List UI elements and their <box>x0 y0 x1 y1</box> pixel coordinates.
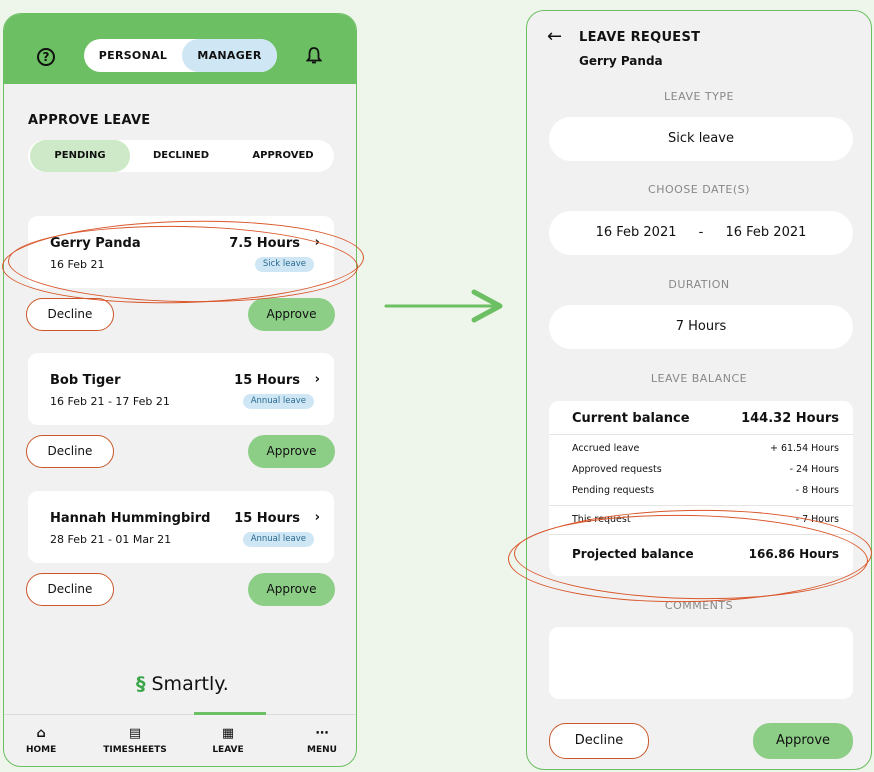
tab-approved[interactable]: APPROVED <box>233 140 333 172</box>
nav-leave[interactable]: ▦ LEAVE <box>208 726 248 755</box>
nav-timesheets[interactable]: ▤ TIMESHEETS <box>102 726 168 755</box>
nav-leave-label: LEAVE <box>212 745 244 755</box>
current-balance-value: 144.32 Hours <box>741 411 839 426</box>
leave-dates: 16 Feb 21 - 17 Feb 21 <box>50 395 170 408</box>
duration-field[interactable]: 7 Hours <box>549 305 853 349</box>
current-balance-row: Current balance 144.32 Hours <box>572 411 839 426</box>
page-title: APPROVE LEAVE <box>28 113 151 128</box>
divider <box>549 505 853 506</box>
mode-toggle[interactable]: PERSONAL MANAGER <box>84 39 277 72</box>
bottom-nav-divider <box>4 714 356 715</box>
calendar-icon: ▦ <box>221 726 235 741</box>
decline-button[interactable]: Decline <box>26 435 114 468</box>
decline-button[interactable]: Decline <box>26 573 114 606</box>
manager-approve-leave-screen: ? PERSONAL MANAGER APPROVE LEAVE PENDING… <box>3 13 357 767</box>
approved-label: Approved requests <box>572 464 662 475</box>
flow-arrow-icon <box>384 289 503 323</box>
toggle-personal[interactable]: PERSONAL <box>84 39 182 72</box>
approve-button[interactable]: Approve <box>248 435 335 468</box>
employee-name: Hannah Hummingbird <box>50 511 211 526</box>
decline-button[interactable]: Decline <box>26 298 114 331</box>
active-nav-indicator <box>194 712 266 715</box>
date-separator: - <box>698 225 704 240</box>
smartly-logo: § Smartly. <box>136 673 229 695</box>
back-arrow-icon[interactable]: ← <box>547 26 562 47</box>
approve-button[interactable]: Approve <box>248 573 335 606</box>
accrued-row: Accrued leave + 61.54 Hours <box>572 443 839 454</box>
leave-type-badge: Annual leave <box>242 394 314 409</box>
leave-hours: 15 Hours <box>234 511 300 526</box>
leave-request-card[interactable]: Hannah Hummingbird 28 Feb 21 - 01 Mar 21… <box>28 491 334 563</box>
current-balance-label: Current balance <box>572 411 690 426</box>
accrued-label: Accrued leave <box>572 443 640 454</box>
toggle-manager[interactable]: MANAGER <box>182 39 277 72</box>
date-range-field[interactable]: 16 Feb 2021 - 16 Feb 2021 <box>549 211 853 255</box>
pending-value: - 8 Hours <box>795 485 839 496</box>
tab-declined[interactable]: DECLINED <box>131 140 231 172</box>
date-from: 16 Feb 2021 <box>595 225 677 240</box>
approved-row: Approved requests - 24 Hours <box>572 464 839 475</box>
app-header: ? PERSONAL MANAGER <box>4 14 356 84</box>
leave-request-detail-screen: ← LEAVE REQUEST Gerry Panda LEAVE TYPE S… <box>526 10 872 770</box>
nav-menu-label: MENU <box>307 745 337 755</box>
decline-button[interactable]: Decline <box>549 723 649 759</box>
approve-button[interactable]: Approve <box>248 298 335 331</box>
help-icon[interactable]: ? <box>37 48 55 66</box>
duration-label: DURATION <box>668 278 730 291</box>
more-icon: ⋯ <box>315 726 329 741</box>
pending-row: Pending requests - 8 Hours <box>572 485 839 496</box>
status-tabs: PENDING DECLINED APPROVED <box>28 140 334 172</box>
bell-icon[interactable] <box>306 47 322 65</box>
leave-type-label: LEAVE TYPE <box>664 90 734 103</box>
leave-type-field[interactable]: Sick leave <box>549 117 853 161</box>
comments-field[interactable] <box>549 627 853 699</box>
pending-label: Pending requests <box>572 485 655 496</box>
timesheets-icon: ▤ <box>128 726 142 741</box>
employee-name: Bob Tiger <box>50 373 121 388</box>
chevron-right-icon[interactable]: › <box>315 372 320 387</box>
smartly-logo-icon: § <box>136 673 146 695</box>
nav-menu[interactable]: ⋯ MENU <box>304 726 340 755</box>
nav-home-label: HOME <box>26 745 57 755</box>
accrued-value: + 61.54 Hours <box>769 443 839 454</box>
leave-request-card[interactable]: Bob Tiger 16 Feb 21 - 17 Feb 21 15 Hours… <box>28 353 334 425</box>
page-title: LEAVE REQUEST <box>579 30 701 45</box>
dates-label: CHOOSE DATE(S) <box>648 183 750 196</box>
nav-home[interactable]: ⌂ HOME <box>26 726 56 755</box>
approve-button[interactable]: Approve <box>753 723 853 759</box>
approved-value: - 24 Hours <box>789 464 839 475</box>
chevron-right-icon[interactable]: › <box>315 510 320 525</box>
employee-name: Gerry Panda <box>579 54 663 68</box>
leave-type-badge: Annual leave <box>242 532 314 547</box>
divider <box>549 434 853 435</box>
leave-hours: 15 Hours <box>234 373 300 388</box>
home-icon: ⌂ <box>36 726 46 741</box>
date-to: 16 Feb 2021 <box>725 225 807 240</box>
nav-timesheets-label: TIMESHEETS <box>103 745 167 755</box>
logo-text: Smartly. <box>151 673 229 695</box>
balance-label: LEAVE BALANCE <box>650 372 748 385</box>
leave-dates: 28 Feb 21 - 01 Mar 21 <box>50 533 172 546</box>
tab-pending[interactable]: PENDING <box>30 140 130 172</box>
